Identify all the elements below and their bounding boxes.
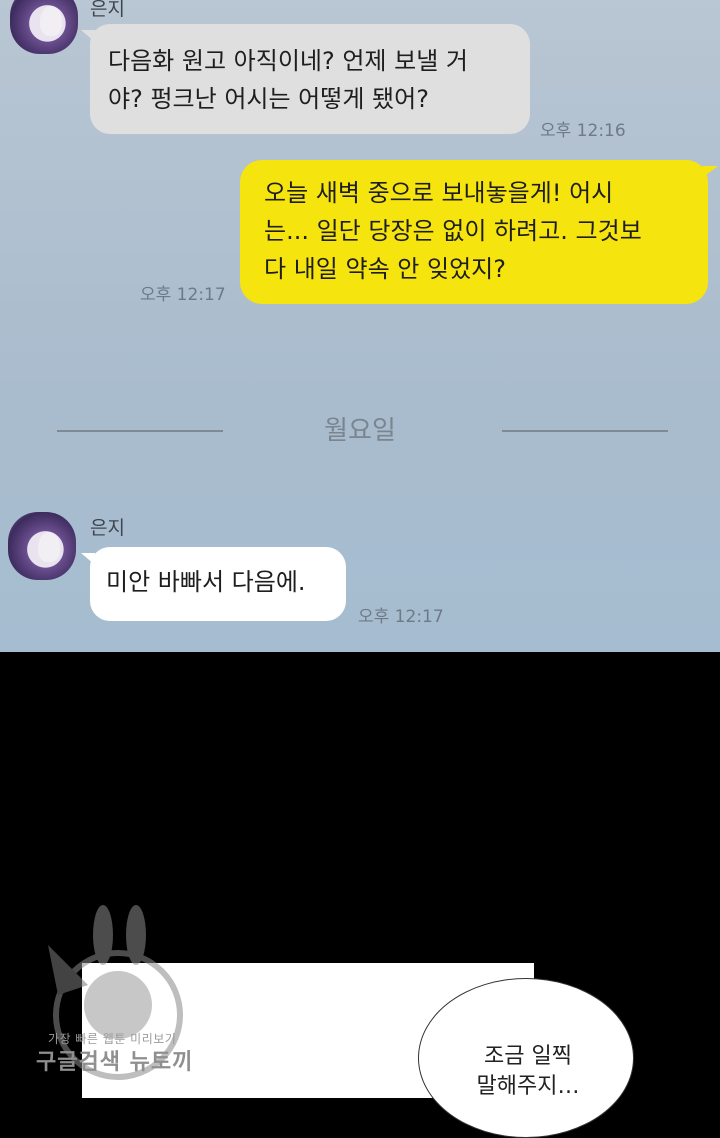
- message-text-line: 는... 일단 당장은 없이 하려고. 그것보: [264, 217, 642, 245]
- sender-name: 은지: [90, 0, 125, 20]
- avatar[interactable]: [8, 512, 76, 580]
- message-timestamp: 오후 12:16: [540, 121, 626, 141]
- day-divider-label: 월요일: [324, 416, 396, 446]
- sent-message-bubble[interactable]: 오늘 새벽 중으로 보내놓을게! 어시 는... 일단 당장은 없이 하려고. …: [240, 160, 718, 304]
- divider-line-left: [57, 430, 223, 432]
- speech-line: 조금 일찍: [484, 1044, 572, 1069]
- avatar[interactable]: [10, 0, 78, 54]
- speech-text: 조금 일찍 말해주지…: [458, 1042, 598, 1102]
- watermark-title: 구글검색 뉴토끼: [36, 1050, 194, 1075]
- divider-line-right: [502, 430, 668, 432]
- message-text: 미안 바빠서 다음에.: [106, 568, 306, 596]
- message-timestamp: 오후 12:17: [140, 285, 226, 305]
- received-message-bubble[interactable]: 미안 바빠서 다음에.: [81, 547, 346, 621]
- message-text-line: 야? 펑크난 어시는 어떻게 됐어?: [108, 85, 429, 113]
- message-text-line: 오늘 새벽 중으로 보내놓을게! 어시: [264, 179, 614, 207]
- received-message-bubble[interactable]: 다음화 원고 아직이네? 언제 보낼 거 야? 펑크난 어시는 어떻게 됐어?: [81, 24, 530, 134]
- sender-name: 은지: [90, 517, 125, 539]
- message-text-line: 다음화 원고 아직이네? 언제 보낼 거: [108, 47, 469, 75]
- message-text-line: 다 내일 약속 안 잊었지?: [264, 255, 506, 283]
- message-timestamp: 오후 12:17: [358, 607, 444, 627]
- chat-screen: 은지 다음화 원고 아직이네? 언제 보낼 거 야? 펑크난 어시는 어떻게 됐…: [0, 0, 720, 652]
